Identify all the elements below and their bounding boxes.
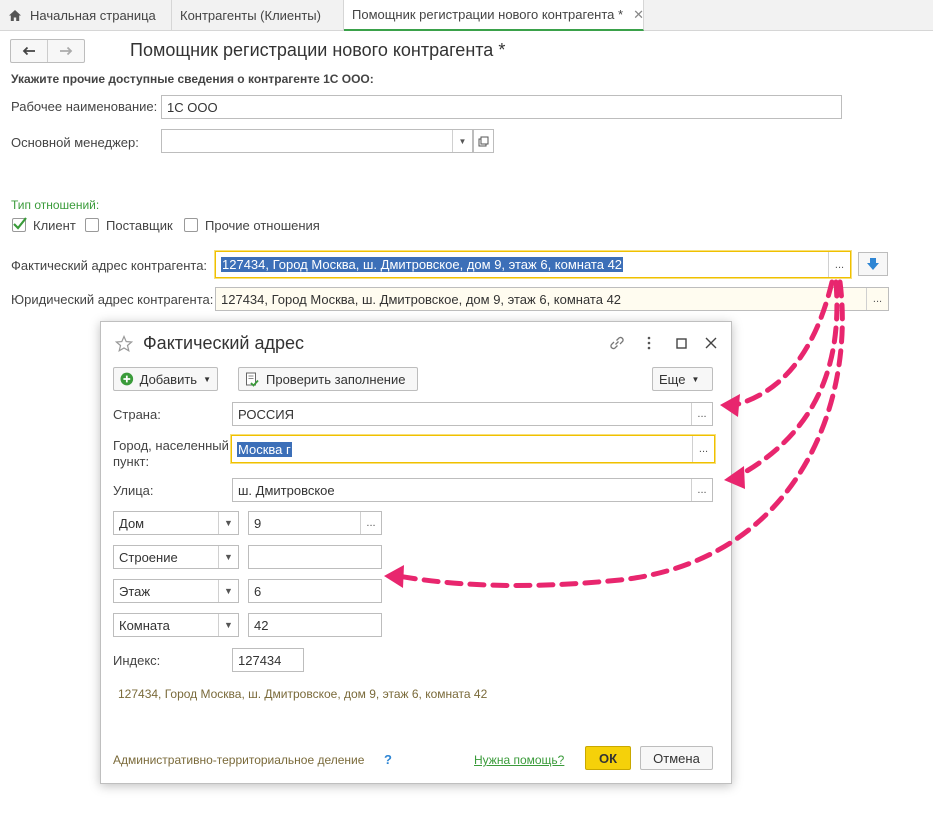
arrowhead-icon <box>720 394 740 417</box>
arrowhead-icon <box>384 565 404 588</box>
arrowhead-icon <box>724 466 745 489</box>
arrow-to-country <box>732 279 835 408</box>
annotation-arrows <box>384 279 845 589</box>
arrow-to-floor <box>395 279 845 589</box>
